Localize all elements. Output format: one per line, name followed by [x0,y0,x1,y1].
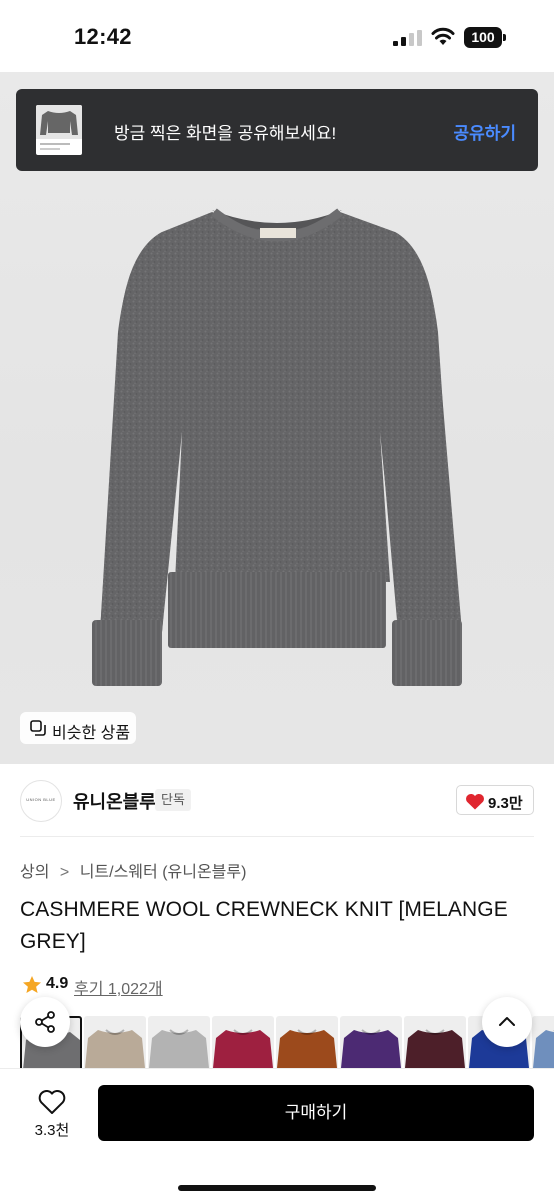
heart-icon [466,793,484,810]
similar-products-button[interactable]: 비슷한 상품 [20,712,136,744]
battery-icon: 100 [464,27,506,48]
similar-label: 비슷한 상품 [52,725,131,742]
star-icon [23,976,41,993]
product-title: CASHMERE WOOL CREWNECK KNIT [MELANGE GRE… [20,898,508,953]
brand-like-button[interactable]: 9.3만 [456,785,534,815]
brand-name[interactable]: 유니온블루 [73,788,156,814]
scroll-top-button[interactable] [482,997,532,1047]
battery-level: 100 [464,27,502,48]
product-image[interactable] [0,72,554,764]
breadcrumb: 상의 > 니트/스웨터 (유니온블루) [20,858,246,882]
color-swatch[interactable] [532,1016,554,1068]
review-link[interactable]: 후기 1,022개 [74,975,163,999]
buy-button[interactable]: 구매하기 [98,1085,534,1141]
brand-logo[interactable]: UNION BLUE [20,780,62,822]
color-swatch[interactable] [212,1016,274,1068]
wishlist-count: 3.3천 [34,1122,70,1139]
share-fab[interactable] [20,997,70,1047]
share-icon [35,1011,55,1033]
exclusive-badge: 단독 [155,789,191,811]
wifi-icon [431,27,455,45]
color-swatch[interactable] [404,1016,466,1068]
divider [20,836,534,837]
color-swatch[interactable] [340,1016,402,1068]
rating-value: 4.9 [46,975,69,992]
chevron-up-icon [499,1017,515,1026]
color-swatch-list [20,1016,554,1068]
signal-icon [393,30,422,46]
wishlist-heart-icon[interactable] [38,1089,66,1115]
breadcrumb-top[interactable]: 상의 [20,864,49,881]
status-bar: 12:42 100 [0,0,554,72]
sweater-photo [92,208,462,686]
share-button[interactable]: 공유하기 [453,119,516,144]
home-indicator [178,1185,376,1191]
share-toast: 방금 찍은 화면을 공유해보세요! 공유하기 [16,89,538,171]
brand-like-count: 9.3만 [488,795,523,812]
color-swatch[interactable] [276,1016,338,1068]
breadcrumb-category[interactable]: 니트/스웨터 (유니온블루) [80,864,247,881]
brand-logo-text: UNION BLUE [26,797,56,802]
screenshot-thumbnail [36,105,82,155]
color-swatch[interactable] [148,1016,210,1068]
toast-message: 방금 찍은 화면을 공유해보세요! [114,124,337,143]
similar-icon [30,720,46,736]
color-swatch[interactable] [84,1016,146,1068]
status-time: 12:42 [74,24,132,49]
breadcrumb-separator: > [59,864,70,881]
bottom-purchase-bar: 3.3천 구매하기 [0,1068,554,1200]
